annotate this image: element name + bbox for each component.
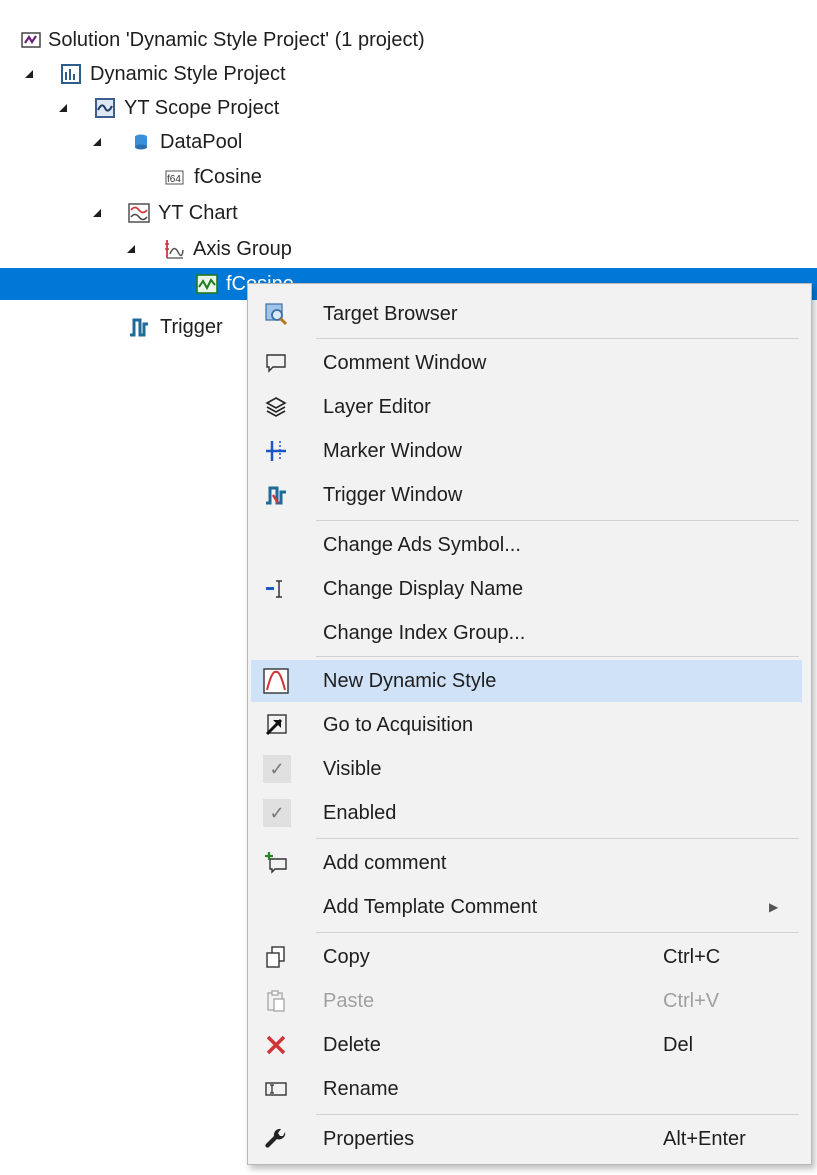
menu-separator — [316, 838, 799, 839]
menu-separator — [316, 656, 799, 657]
tree-item-yt-chart[interactable]: YT Chart — [0, 196, 817, 230]
tree-item-label: YT Scope Project — [124, 97, 280, 119]
comment-icon — [263, 350, 289, 376]
tree-item-datapool[interactable]: DataPool — [0, 125, 817, 159]
layers-icon — [263, 394, 289, 420]
menu-item-label: Change Ads Symbol... — [323, 534, 521, 556]
menu-item-copy[interactable]: Copy Ctrl+C — [251, 936, 802, 978]
menu-item-label: Comment Window — [323, 352, 487, 374]
tree-item-label: Solution 'Dynamic Style Project' (1 proj… — [48, 29, 425, 51]
add-comment-icon — [263, 850, 289, 876]
tree-item-label: Axis Group — [193, 238, 292, 260]
paste-icon — [263, 988, 289, 1014]
menu-item-enabled[interactable]: ✓ Enabled — [251, 792, 802, 834]
menu-item-label: Rename — [323, 1078, 399, 1100]
check-icon: ✓ — [263, 799, 291, 827]
menu-separator — [316, 338, 799, 339]
menu-item-label: Add comment — [323, 852, 447, 874]
menu-item-change-display-name[interactable]: Change Display Name — [251, 568, 802, 610]
menu-item-layer-editor[interactable]: Layer Editor — [251, 386, 802, 428]
menu-item-label: Change Index Group... — [323, 622, 526, 644]
expanded-arrow-icon[interactable] — [90, 206, 104, 220]
menu-item-visible[interactable]: ✓ Visible — [251, 748, 802, 790]
expanded-arrow-icon[interactable] — [124, 242, 138, 256]
menu-item-go-to-acquisition[interactable]: Go to Acquisition — [251, 704, 802, 746]
tree-item-solution[interactable]: Solution 'Dynamic Style Project' (1 proj… — [0, 23, 817, 57]
marker-icon — [263, 438, 289, 464]
tree-item-label: YT Chart — [158, 202, 238, 224]
axis-group-icon — [162, 238, 184, 260]
menu-item-target-browser[interactable]: Target Browser — [251, 293, 802, 335]
submenu-arrow-icon: ▶ — [769, 900, 779, 914]
channel-icon — [196, 273, 218, 295]
menu-item-comment-window[interactable]: Comment Window — [251, 342, 802, 384]
delete-icon — [263, 1032, 289, 1058]
yt-chart-icon — [128, 202, 150, 224]
copy-icon — [263, 944, 289, 970]
goto-icon — [263, 712, 289, 738]
menu-item-label: Change Display Name — [323, 578, 524, 600]
menu-separator — [316, 520, 799, 521]
menu-item-label: Visible — [323, 758, 382, 780]
datapool-icon — [130, 131, 152, 153]
expanded-arrow-icon[interactable] — [56, 101, 70, 115]
target-browser-icon — [263, 301, 289, 327]
menu-item-trigger-window[interactable]: Trigger Window — [251, 474, 802, 516]
project-icon — [60, 63, 82, 85]
tree-item-label: fCosine — [194, 166, 262, 188]
menu-item-properties[interactable]: Properties Alt+Enter — [251, 1118, 802, 1160]
menu-item-marker-window[interactable]: Marker Window — [251, 430, 802, 472]
menu-item-label: Copy — [323, 946, 370, 968]
scope-project-icon — [94, 97, 116, 119]
tree-item-label: DataPool — [160, 131, 243, 153]
tree-item-label: Dynamic Style Project — [90, 63, 286, 85]
tree-item-yt-scope-project[interactable]: YT Scope Project — [0, 91, 817, 125]
tree-item-axis-group[interactable]: Axis Group — [0, 232, 817, 266]
menu-item-paste[interactable]: Paste Ctrl+V — [251, 980, 802, 1022]
menu-item-label: Add Template Comment — [323, 896, 538, 918]
menu-item-label: Enabled — [323, 802, 397, 824]
menu-item-label: Marker Window — [323, 440, 462, 462]
float64-icon: f64 — [163, 166, 185, 188]
tree-item-fcosine-variable[interactable]: f64 fCosine — [0, 160, 817, 194]
menu-item-add-template-comment[interactable]: Add Template Comment ▶ — [251, 886, 802, 928]
menu-item-add-comment[interactable]: Add comment — [251, 842, 802, 884]
menu-item-label: Paste — [323, 990, 375, 1012]
tree-item-project[interactable]: Dynamic Style Project — [0, 57, 817, 91]
expanded-arrow-icon[interactable] — [22, 67, 36, 81]
check-icon: ✓ — [263, 755, 291, 783]
menu-item-change-ads-symbol[interactable]: Change Ads Symbol... — [251, 524, 802, 566]
menu-item-label: Go to Acquisition — [323, 714, 474, 736]
menu-item-label: New Dynamic Style — [323, 670, 497, 692]
svg-text:f64: f64 — [167, 174, 181, 185]
menu-item-label: Trigger Window — [323, 484, 463, 506]
menu-item-label: Target Browser — [323, 303, 458, 325]
dynamic-style-icon — [263, 668, 289, 694]
trigger-icon — [128, 316, 150, 338]
solution-icon — [20, 29, 42, 51]
menu-item-rename[interactable]: Rename — [251, 1068, 802, 1110]
tree-item-label: Trigger — [160, 316, 223, 338]
menu-item-shortcut: Ctrl+V — [663, 990, 720, 1012]
menu-item-label: Properties — [323, 1128, 415, 1150]
rename-icon — [263, 1076, 289, 1102]
menu-item-shortcut: Del — [663, 1034, 694, 1056]
expanded-arrow-icon[interactable] — [90, 135, 104, 149]
menu-item-delete[interactable]: Delete Del — [251, 1024, 802, 1066]
menu-item-shortcut: Alt+Enter — [663, 1128, 746, 1150]
rename-field-icon — [263, 576, 289, 602]
menu-item-label: Delete — [323, 1034, 381, 1056]
trigger-window-icon — [263, 482, 289, 508]
menu-item-new-dynamic-style[interactable]: New Dynamic Style — [251, 660, 802, 702]
wrench-icon — [263, 1126, 289, 1152]
menu-separator — [316, 932, 799, 933]
menu-item-change-index-group[interactable]: Change Index Group... — [251, 612, 802, 654]
context-menu: Target Browser Comment Window Layer Edit… — [247, 283, 812, 1165]
menu-item-label: Layer Editor — [323, 396, 431, 418]
menu-separator — [316, 1114, 799, 1115]
menu-item-shortcut: Ctrl+C — [663, 946, 721, 968]
